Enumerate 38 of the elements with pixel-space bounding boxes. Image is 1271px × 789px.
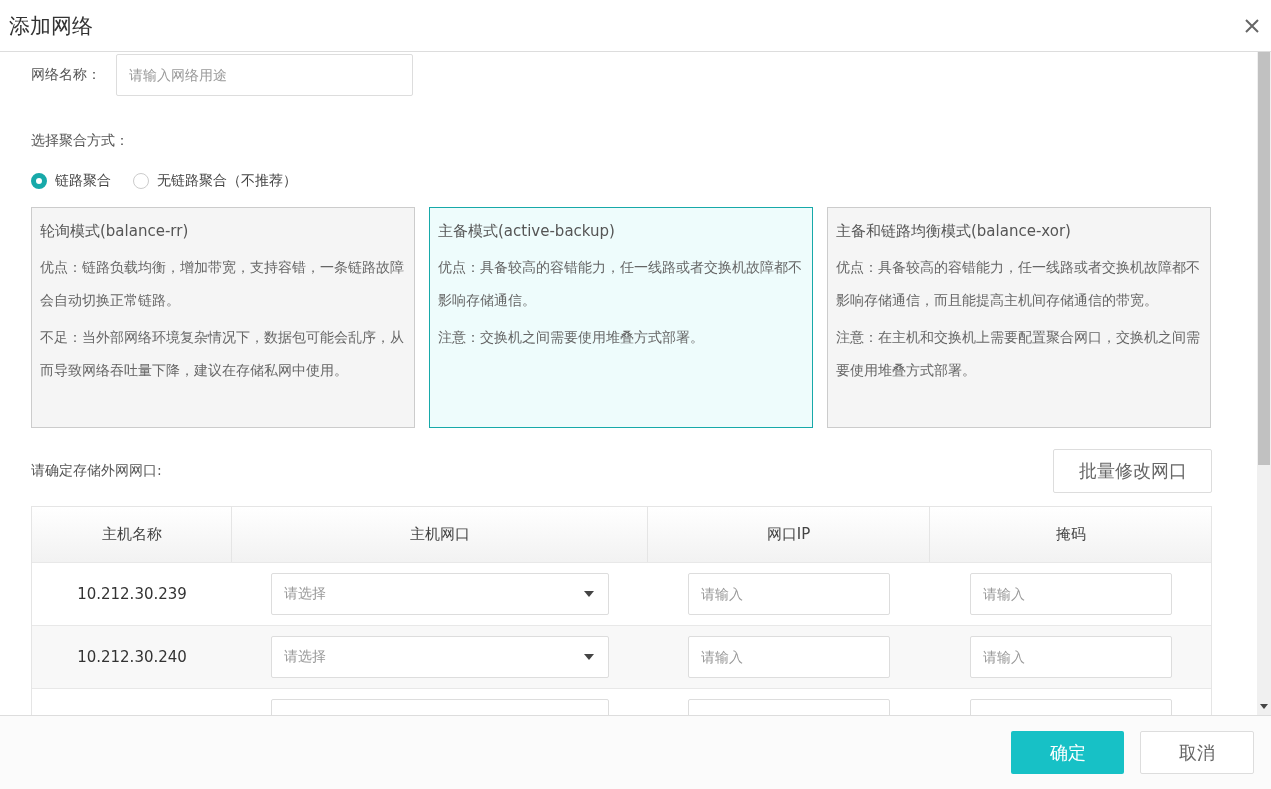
host-name: 10.212.30.240 — [77, 648, 187, 666]
close-icon[interactable] — [1245, 18, 1259, 33]
scrollbar[interactable] — [1257, 52, 1271, 715]
column-header: 掩码 — [1054, 524, 1087, 545]
mode-card[interactable]: 主备和链路均衡模式(balance-xor) 优点：具备较高的容错能力，任一线路或者交换机故障都不影响存储通信，而且能提高主机间存储通信的带宽。 注意：在主机和交换机上需要配置聚合网口，交换机之间需要使用堆叠方式部署。 — [827, 207, 1211, 428]
ip-input-field[interactable]: 请输入 — [688, 636, 890, 678]
caret-icon — [584, 591, 594, 597]
mode-card[interactable]: 主备模式(active-backup) 优点：具备较高的容错能力，任一线路或者交换机故障都不影响存储通信。 注意：交换机之间需要使用堆叠方式部署。 — [429, 207, 813, 428]
radio-icon[interactable] — [133, 173, 149, 189]
radio-icon[interactable] — [31, 173, 47, 189]
mode-description: 不足：当外部网络环境复杂情况下，数据包可能会乱序，从而导致网络吞吐量下降，建议在存储私网中使用。 — [40, 328, 405, 380]
mode-description: 优点：链路负载均衡，增加带宽，支持容错，一条链路故障会自动切换正常链路。 — [40, 258, 405, 310]
mode-title: 主备和链路均衡模式(balance-xor) — [836, 222, 1072, 241]
network-name-field[interactable]: 请输入网络用途 — [116, 54, 413, 96]
field-label: 网络名称： — [31, 66, 102, 84]
mode-description: 注意：在主机和交换机上需要配置聚合网口，交换机之间需要使用堆叠方式部署。 — [836, 328, 1201, 380]
radio-label[interactable]: 链路聚合 — [55, 172, 111, 190]
column-header: 主机名称 — [32, 507, 232, 562]
mode-description: 注意：交换机之间需要使用堆叠方式部署。 — [438, 328, 705, 347]
mode-card[interactable]: 轮询模式(balance-rr) 优点：链路负载均衡，增加带宽，支持容错，一条链路故障会自动切换正常链路。 不足：当外部网络环境复杂情况下，数据包可能会乱序，从而导致网络吞吐量下降，建议在存储私网中使用。 — [31, 207, 415, 428]
mode-title: 主备模式(active-backup) — [438, 222, 616, 241]
mask-input-field[interactable]: 请输入 — [969, 636, 1172, 678]
ip-input-field[interactable]: 请输入 — [688, 573, 890, 615]
mode-title: 轮询模式(balance-rr) — [40, 222, 190, 241]
column-header: 主机网口 — [232, 507, 648, 562]
mode-description: 优点：具备较高的容错能力，任一线路或者交换机故障都不影响存储通信，而且能提高主机间存储通信的带宽。 — [836, 258, 1201, 310]
caret-icon — [584, 654, 594, 660]
batch-edit-button[interactable]: 批量修改网口 — [1053, 449, 1212, 493]
host-name: 10.212.30.239 — [77, 585, 187, 603]
section-label: 选择聚合方式： — [31, 132, 130, 150]
mode-description: 优点：具备较高的容错能力，任一线路或者交换机故障都不影响存储通信。 — [438, 258, 803, 310]
mask-input-field[interactable]: 请输入 — [969, 573, 1172, 615]
radio-option[interactable]: 链路聚合 — [31, 172, 111, 190]
dialog-title: 添加网络 — [9, 12, 93, 40]
section-label: 请确定存储外网网口: — [31, 462, 162, 480]
column-header: 网口IP — [648, 507, 930, 562]
scroll-down-icon[interactable] — [1260, 704, 1268, 709]
cancel-button[interactable]: 取消 — [1140, 731, 1254, 774]
